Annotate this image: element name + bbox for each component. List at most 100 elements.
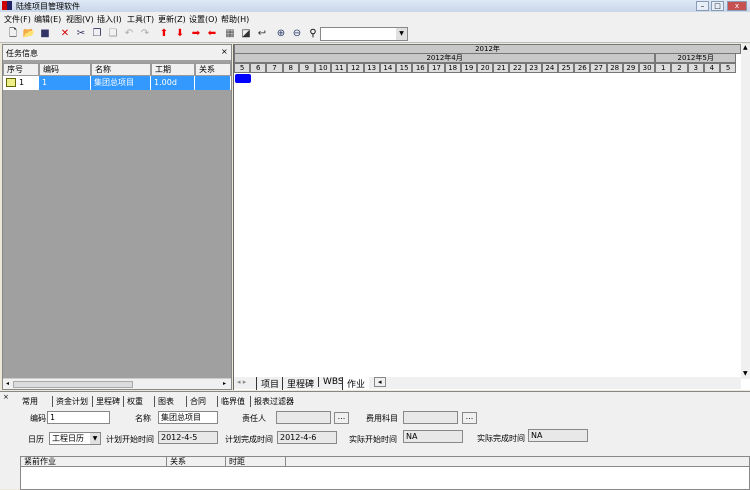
minimize-button[interactable]: – (696, 1, 709, 11)
close-icon[interactable]: × (221, 47, 228, 56)
plan-end-label: 计划完成时间 (225, 435, 273, 444)
tab-scroll-button[interactable]: ◂ (374, 377, 386, 387)
close-button[interactable]: x (727, 1, 747, 11)
calendar-label: 日历 (28, 435, 44, 444)
undo-icon[interactable]: ↶ (122, 27, 136, 41)
arrow-up-icon[interactable]: ⬆ (157, 27, 171, 41)
cost-label: 费用科目 (366, 414, 398, 423)
pred-column-header[interactable]: 关系 (167, 457, 226, 467)
grid-icon[interactable]: ▦ (223, 27, 237, 41)
close-icon[interactable]: × (3, 393, 9, 401)
gantt-day: 5 (720, 63, 737, 73)
task-cell-seq[interactable]: 1 (3, 76, 39, 90)
menu-item[interactable]: 文件(F) (4, 14, 31, 25)
detail-tab[interactable]: 常用 (22, 396, 38, 407)
zoom-in-icon[interactable]: ⊕ (274, 27, 288, 41)
menu-item[interactable]: 更新(Z) (158, 14, 186, 25)
menu-bar: 文件(F) 编辑(E) 视图(V) 插入(I) 工具(T) 更新(Z) 设置(O) 帮助(H) (0, 12, 750, 25)
gantt-day: 17 (428, 63, 445, 73)
column-header[interactable]: 名称 (91, 63, 151, 76)
actual-start-input[interactable]: NA (403, 430, 463, 443)
code-input[interactable]: 1 (47, 411, 110, 424)
owner-browse-button[interactable]: ... (334, 412, 349, 424)
task-cell-name[interactable]: 集团总项目 (91, 76, 151, 90)
detail-tab[interactable]: 资金计划 (52, 396, 88, 407)
scroll-thumb[interactable] (13, 381, 133, 388)
find-icon[interactable]: ⚲ (306, 27, 320, 41)
task-bar[interactable] (235, 74, 251, 83)
task-cell-code[interactable]: 1 (39, 76, 91, 90)
paste-icon[interactable]: ❏ (106, 27, 120, 41)
gantt-month: 2012年4月 (234, 53, 656, 63)
project-icon (6, 78, 16, 87)
calendar-select[interactable]: 工程日历 ▼ (49, 432, 101, 445)
detail-tab[interactable]: 临界值 (217, 396, 245, 407)
plan-start-label: 计划开始时间 (106, 435, 154, 444)
pred-column-header[interactable]: 时距 (226, 457, 286, 467)
detail-tab[interactable]: 里程碑 (92, 396, 120, 407)
pred-column-header[interactable]: 紧前作业 (21, 457, 167, 467)
gantt-day: 9 (298, 63, 315, 73)
column-header[interactable]: 序号 (3, 63, 39, 76)
menu-item[interactable]: 设置(O) (189, 14, 218, 25)
properties-icon[interactable]: ◪ (239, 27, 253, 41)
detail-tab[interactable]: 图表 (154, 396, 174, 407)
owner-input[interactable] (276, 411, 331, 424)
new-icon[interactable]: 🗋 (6, 27, 20, 41)
task-cell-duration[interactable]: 1.00d (151, 76, 195, 90)
vertical-scrollbar[interactable]: ▲ ▼ (741, 44, 750, 379)
task-cell-text: 集团总项目 (94, 78, 134, 87)
plan-start-input[interactable]: 2012-4-5 (158, 431, 218, 444)
detail-tab[interactable]: 报表过滤器 (250, 396, 294, 407)
gantt-day: 7 (266, 63, 283, 73)
cut-icon[interactable]: ✂ (74, 27, 88, 41)
cost-browse-button[interactable]: ... (462, 412, 477, 424)
task-cell-relation[interactable] (195, 76, 231, 90)
menu-item[interactable]: 编辑(E) (34, 14, 61, 25)
name-input[interactable]: 集团总项目 (158, 411, 218, 424)
save-icon[interactable]: ■ (38, 27, 52, 41)
redo-icon[interactable]: ↷ (138, 27, 152, 41)
column-header[interactable]: 关系 (195, 63, 231, 76)
gantt-day: 5 (234, 63, 251, 73)
detail-tab[interactable]: 合同 (186, 396, 206, 407)
open-icon[interactable]: 📂 (22, 27, 36, 41)
sheet-tab-1[interactable]: 里程碑 (282, 377, 318, 390)
detail-panel: × 编码 1 名称 集团总项目 责任人 ... 费用科目 ... 日历 工程日历… (0, 391, 750, 490)
owner-label: 责任人 (242, 414, 266, 423)
app-icon (2, 1, 12, 10)
sheet-tabs: ◂ ▸ 项目 里程碑 WBS 作业 ◂ (234, 377, 741, 390)
arrow-left-icon[interactable]: ⬅ (205, 27, 219, 41)
delete-icon[interactable]: ✕ (58, 27, 72, 41)
menu-item[interactable]: 视图(V) (66, 14, 94, 25)
link-icon[interactable]: ↩ (255, 27, 269, 41)
column-header[interactable]: 工期 (151, 63, 195, 76)
actual-end-input[interactable]: NA (528, 429, 588, 442)
gantt-day: 11 (331, 63, 348, 73)
arrow-down-icon[interactable]: ⬇ (173, 27, 187, 41)
detail-tab[interactable]: 权重 (123, 396, 143, 407)
column-header[interactable]: 编码 (39, 63, 91, 76)
gantt-day: 24 (541, 63, 558, 73)
horizontal-scrollbar[interactable]: ◂ ▸ (3, 378, 231, 389)
gantt-day: 12 (347, 63, 364, 73)
gantt-day: 18 (444, 63, 461, 73)
chevron-down-icon: ▼ (90, 433, 100, 444)
zoom-out-icon[interactable]: ⊖ (290, 27, 304, 41)
gantt-day: 28 (606, 63, 623, 73)
gantt-day: 3 (687, 63, 704, 73)
cost-input[interactable] (403, 411, 458, 424)
gantt-day: 13 (363, 63, 380, 73)
menu-item[interactable]: 插入(I) (97, 14, 122, 25)
menu-item[interactable]: 帮助(H) (221, 14, 249, 25)
gantt-day: 26 (574, 63, 591, 73)
toolbar-combo[interactable]: ▼ (320, 27, 408, 41)
menu-item[interactable]: 工具(T) (127, 14, 154, 25)
arrow-right-icon[interactable]: ➡ (189, 27, 203, 41)
sheet-tab-3[interactable]: 作业 (342, 377, 370, 390)
task-panel: 任务信息 × ◂ ▸ 序号 编码 名称 工期 关系 1 1 集团总项目 1.00d (2, 44, 232, 390)
copy-icon[interactable]: ❐ (90, 27, 104, 41)
maximize-button[interactable]: □ (711, 1, 724, 11)
plan-end-input[interactable]: 2012-4-6 (277, 431, 337, 444)
sheet-tab-0[interactable]: 项目 (256, 377, 283, 390)
